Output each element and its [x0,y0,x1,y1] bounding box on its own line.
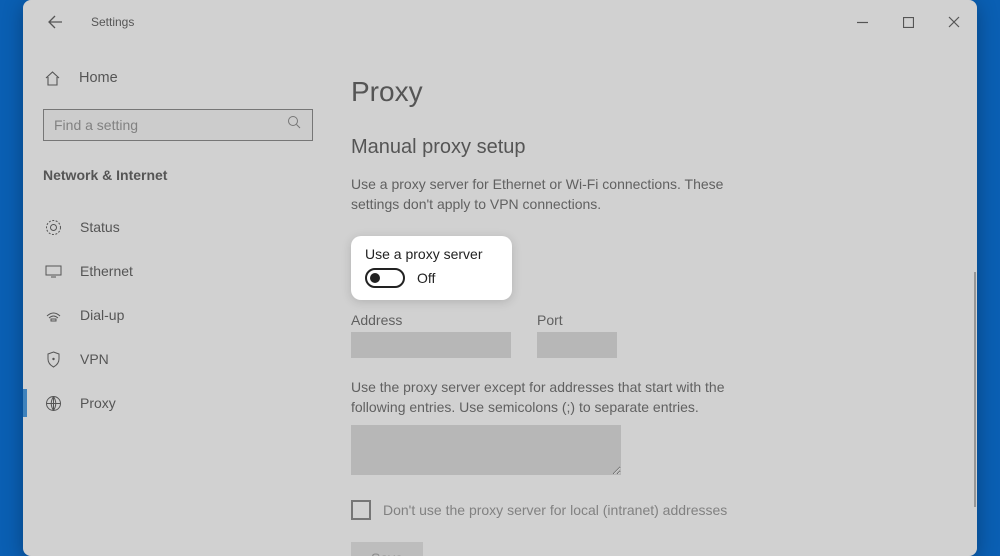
content-pane: Proxy Manual proxy setup Use a proxy ser… [329,44,977,556]
section-heading: Manual proxy setup [351,136,977,159]
shield-lock-icon [44,350,62,368]
titlebar: Settings [23,0,977,44]
port-input[interactable] [537,332,617,358]
toggle-label: Use a proxy server [365,246,482,262]
section-description: Use a proxy server for Ethernet or Wi-Fi… [351,175,746,214]
local-bypass-checkbox[interactable] [351,500,371,520]
address-input[interactable] [351,332,511,358]
port-field-group: Port [537,312,617,358]
close-icon [948,16,960,28]
sidebar-item-label: Dial-up [80,307,124,323]
window-title: Settings [91,15,134,29]
sidebar-item-dialup[interactable]: Dial-up [23,293,329,337]
proxy-toggle-card: Use a proxy server Off [351,236,512,300]
close-button[interactable] [931,6,977,38]
back-arrow-icon [47,14,63,30]
home-icon [43,69,61,87]
maximize-button[interactable] [885,6,931,38]
address-port-row: Address Port [351,312,977,358]
maximize-icon [903,17,914,28]
sidebar-item-vpn[interactable]: VPN [23,337,329,381]
search-icon [287,115,302,135]
home-label: Home [79,70,118,86]
sidebar: Home Network & Internet Status [23,44,329,556]
toggle-knob [370,273,380,283]
sidebar-item-label: Proxy [80,395,116,411]
sidebar-item-ethernet[interactable]: Ethernet [23,249,329,293]
settings-window: Settings Home [23,0,977,556]
monitor-icon [44,262,62,280]
globe-icon [44,394,62,412]
globe-net-icon [44,218,62,236]
sidebar-item-proxy[interactable]: Proxy [23,381,329,425]
sidebar-item-label: Ethernet [80,263,133,279]
nav-list: Status Ethernet Dial-up [23,205,329,425]
sidebar-item-label: VPN [80,351,109,367]
bypass-description: Use the proxy server except for addresse… [351,378,771,417]
address-label: Address [351,312,511,328]
window-controls [839,6,977,38]
local-bypass-label: Don't use the proxy server for local (in… [383,502,727,518]
back-button[interactable] [41,8,69,36]
window-body: Home Network & Internet Status [23,44,977,556]
sidebar-item-status[interactable]: Status [23,205,329,249]
address-field-group: Address [351,312,511,358]
category-heading: Network & Internet [43,167,329,183]
page-title: Proxy [351,76,977,108]
bypass-input[interactable] [351,425,621,475]
toggle-state: Off [417,270,435,286]
port-label: Port [537,312,617,328]
proxy-toggle[interactable] [365,268,405,288]
toggle-row: Off [365,268,482,288]
local-bypass-row: Don't use the proxy server for local (in… [351,500,977,520]
save-button[interactable]: Save [351,542,423,556]
minimize-icon [857,17,868,28]
dialup-icon [44,306,62,324]
sidebar-item-label: Status [80,219,120,235]
search-input[interactable] [54,117,287,133]
minimize-button[interactable] [839,6,885,38]
home-link[interactable]: Home [23,44,329,109]
scrollbar[interactable] [974,272,976,507]
search-box[interactable] [43,109,313,141]
